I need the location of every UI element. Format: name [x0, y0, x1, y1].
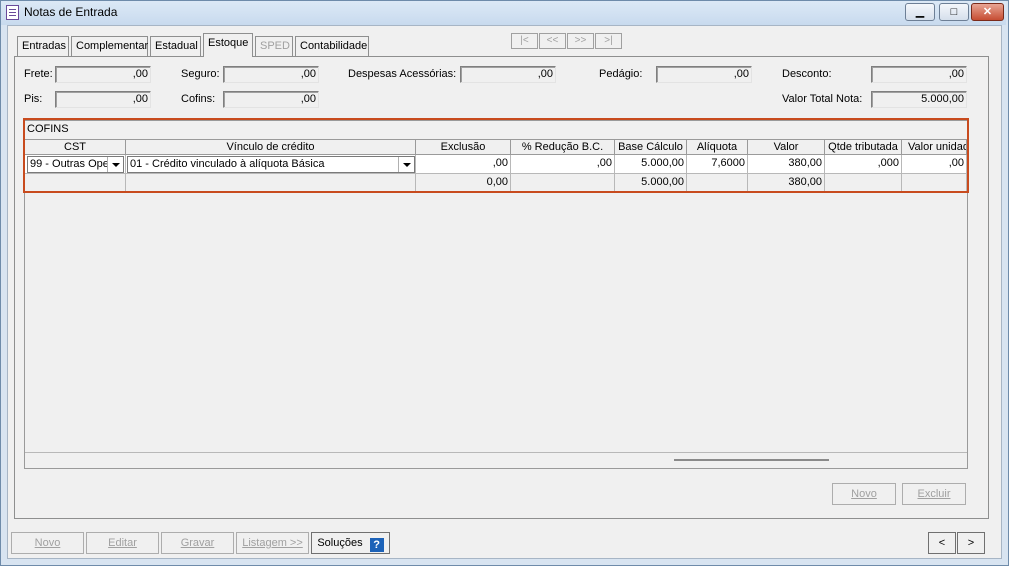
valor-unidade-cell[interactable]: ,00	[902, 155, 967, 174]
despesas-label: Despesas Acessórias:	[348, 68, 457, 80]
solucoes-button[interactable]: Soluções ?	[311, 532, 390, 554]
editar-label: Editar	[108, 537, 137, 549]
col-header-reducao[interactable]: % Redução B.C.	[511, 139, 615, 155]
col-header-cst[interactable]: CST	[25, 139, 126, 155]
base-cell[interactable]: 5.000,00	[615, 155, 687, 174]
tab-sped: SPED	[255, 36, 293, 56]
next-record-button[interactable]: >>	[567, 33, 594, 49]
cofins-field[interactable]: ,00	[223, 91, 319, 108]
first-record-button[interactable]: |<	[511, 33, 538, 49]
grid-title: COFINS	[27, 123, 69, 135]
col-header-base[interactable]: Base Cálculo	[615, 139, 687, 155]
tab-estadual[interactable]: Estadual	[150, 36, 201, 56]
listagem-label: Listagem >>	[242, 537, 303, 549]
total-vinculo-cell	[126, 174, 416, 193]
seguro-field[interactable]: ,00	[223, 66, 319, 83]
valor-total-field[interactable]: 5.000,00	[871, 91, 967, 108]
grid-novo-button[interactable]: Novo	[832, 483, 896, 505]
app-icon	[6, 5, 19, 20]
total-qtde-cell	[825, 174, 902, 193]
tab-estoque[interactable]: Estoque	[203, 33, 253, 57]
reducao-cell[interactable]: ,00	[511, 155, 615, 174]
pis-label: Pis:	[24, 93, 43, 105]
cofins-label: Cofins:	[181, 93, 216, 105]
horizontal-scrollbar[interactable]	[674, 459, 829, 461]
total-base-cell: 5.000,00	[615, 174, 687, 193]
col-header-vinculo[interactable]: Vínculo de crédito	[126, 139, 416, 155]
despesas-field[interactable]: ,00	[460, 66, 556, 83]
prev-record-button[interactable]: <<	[539, 33, 566, 49]
desconto-field[interactable]: ,00	[871, 66, 967, 83]
vinculo-dropdown-icon[interactable]	[398, 157, 414, 172]
gravar-button[interactable]: Gravar	[161, 532, 234, 554]
pedagio-label: Pedágio:	[599, 68, 643, 80]
tab-entradas[interactable]: Entradas	[17, 36, 69, 56]
grid-excluir-button[interactable]: Excluir	[902, 483, 966, 505]
desconto-label: Desconto:	[782, 68, 832, 80]
frete-field[interactable]: ,00	[55, 66, 151, 83]
qtde-cell[interactable]: ,000	[825, 155, 902, 174]
frete-label: Frete:	[24, 68, 53, 80]
col-header-valor[interactable]: Valor	[748, 139, 825, 155]
pedagio-field[interactable]: ,00	[656, 66, 752, 83]
grid-excluir-label: Excluir	[917, 488, 951, 500]
novo-label: Novo	[34, 537, 61, 549]
title-bar	[1, 1, 1006, 25]
col-header-aliquota[interactable]: Alíquota	[687, 139, 748, 155]
last-record-button[interactable]: >|	[595, 33, 622, 49]
cst-value: 99 - Outras Oper	[30, 158, 113, 170]
seguro-label: Seguro:	[181, 68, 220, 80]
total-reducao-cell	[511, 174, 615, 193]
total-aliquota-cell	[687, 174, 748, 193]
gravar-label: Gravar	[180, 537, 215, 549]
col-header-exclusao[interactable]: Exclusão	[416, 139, 511, 155]
exclusao-cell[interactable]: ,00	[416, 155, 511, 174]
vinculo-value: 01 - Crédito vinculado à alíquota Básica	[130, 158, 325, 170]
close-button[interactable]: ✕	[971, 3, 1004, 21]
novo-button[interactable]: Novo	[11, 532, 84, 554]
tab-complementar[interactable]: Complementar	[71, 36, 148, 56]
aliquota-cell[interactable]: 7,6000	[687, 155, 748, 174]
editar-button[interactable]: Editar	[86, 532, 159, 554]
restore-button[interactable]: □	[939, 3, 969, 21]
col-header-qtde[interactable]: Qtde tributada	[825, 139, 902, 155]
total-exclusao-cell: 0,00	[416, 174, 511, 193]
valor-total-label: Valor Total Nota:	[782, 93, 863, 105]
vinculo-combo[interactable]: 01 - Crédito vinculado à alíquota Básica	[127, 156, 415, 173]
pis-field[interactable]: ,00	[55, 91, 151, 108]
next-page-button[interactable]: >	[957, 532, 985, 554]
col-header-valor-unidade[interactable]: Valor unidade	[902, 139, 967, 155]
window-title: Notas de Entrada	[24, 5, 118, 19]
solucoes-label: Soluções	[317, 537, 363, 549]
listagem-button[interactable]: Listagem >>	[236, 532, 309, 554]
tab-contabilidade[interactable]: Contabilidade	[295, 36, 369, 56]
total-valor-unidade-cell	[902, 174, 967, 193]
minimize-button[interactable]: ▁	[905, 3, 935, 21]
valor-cell[interactable]: 380,00	[748, 155, 825, 174]
grid-novo-label: Novo	[851, 488, 877, 500]
cst-dropdown-icon[interactable]	[107, 157, 123, 172]
total-cst-cell	[25, 174, 126, 193]
total-valor-cell: 380,00	[748, 174, 825, 193]
prev-page-button[interactable]: <	[928, 532, 956, 554]
help-icon: ?	[369, 538, 384, 552]
